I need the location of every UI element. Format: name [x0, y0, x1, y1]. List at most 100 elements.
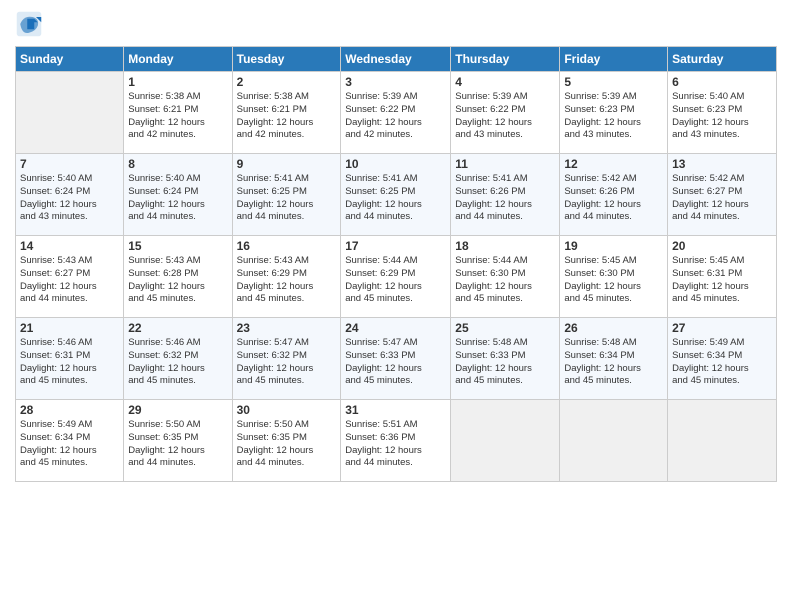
day-number: 28: [20, 403, 119, 417]
calendar-cell: 20Sunrise: 5:45 AM Sunset: 6:31 PM Dayli…: [668, 236, 777, 318]
day-number: 14: [20, 239, 119, 253]
week-row-4: 28 Sunrise: 5:49 AM Sunset: 6:34 PM Dayli…: [16, 400, 777, 482]
cell-info: Sunrise: 5:48 AM Sunset: 6:33 PM Dayligh…: [455, 337, 555, 388]
calendar-cell: 7 Sunrise: 5:40 AM Sunset: 6:24 PM Daylig…: [16, 154, 124, 236]
calendar-cell: 6Sunrise: 5:40 AM Sunset: 6:23 PM Daylig…: [668, 72, 777, 154]
week-row-0: 1Sunrise: 5:38 AM Sunset: 6:21 PM Daylig…: [16, 72, 777, 154]
calendar-cell: 21Sunrise: 5:46 AM Sunset: 6:31 PM Dayli…: [16, 318, 124, 400]
calendar-cell: 1Sunrise: 5:38 AM Sunset: 6:21 PM Daylig…: [124, 72, 232, 154]
calendar-cell: [668, 400, 777, 482]
cell-info: Sunrise: 5:39 AM Sunset: 6:22 PM Dayligh…: [455, 91, 555, 142]
cell-info: Sunrise: 5:49 AM Sunset: 6:34 PM Dayligh…: [20, 419, 119, 470]
cell-info: Sunrise: 5:48 AM Sunset: 6:34 PM Dayligh…: [564, 337, 663, 388]
page: SundayMondayTuesdayWednesdayThursdayFrid…: [0, 0, 792, 612]
day-number: 23: [237, 321, 337, 335]
calendar: SundayMondayTuesdayWednesdayThursdayFrid…: [15, 46, 777, 482]
header: [15, 10, 777, 38]
cell-info: Sunrise: 5:41 AM Sunset: 6:25 PM Dayligh…: [237, 173, 337, 224]
calendar-cell: [451, 400, 560, 482]
calendar-cell: 3 Sunrise: 5:39 AM Sunset: 6:22 PM Daylig…: [341, 72, 451, 154]
cell-info: Sunrise: 5:41 AM Sunset: 6:25 PM Dayligh…: [345, 173, 446, 224]
cell-info: Sunrise: 5:40 AM Sunset: 6:24 PM Dayligh…: [128, 173, 227, 224]
calendar-cell: 12 Sunrise: 5:42 AM Sunset: 6:26 PM Dayli…: [560, 154, 668, 236]
day-number: 12: [564, 157, 663, 171]
day-number: 7: [20, 157, 119, 171]
calendar-cell: 8 Sunrise: 5:40 AM Sunset: 6:24 PM Daylig…: [124, 154, 232, 236]
calendar-cell: 31 Sunrise: 5:51 AM Sunset: 6:36 PM Dayli…: [341, 400, 451, 482]
cell-info: Sunrise: 5:45 AM Sunset: 6:30 PM Dayligh…: [564, 255, 663, 306]
day-number: 3: [345, 75, 446, 89]
week-row-2: 14 Sunrise: 5:43 AM Sunset: 6:27 PM Dayli…: [16, 236, 777, 318]
day-number: 2: [237, 75, 337, 89]
cell-info: Sunrise: 5:39 AM Sunset: 6:23 PM Dayligh…: [564, 91, 663, 142]
header-day-monday: Monday: [124, 47, 232, 72]
calendar-cell: [560, 400, 668, 482]
day-number: 8: [128, 157, 227, 171]
cell-info: Sunrise: 5:41 AM Sunset: 6:26 PM Dayligh…: [455, 173, 555, 224]
cell-info: Sunrise: 5:46 AM Sunset: 6:32 PM Dayligh…: [128, 337, 227, 388]
calendar-cell: 5 Sunrise: 5:39 AM Sunset: 6:23 PM Daylig…: [560, 72, 668, 154]
day-number: 18: [455, 239, 555, 253]
cell-info: Sunrise: 5:40 AM Sunset: 6:23 PM Dayligh…: [672, 91, 772, 142]
logo-icon: [15, 10, 43, 38]
day-number: 31: [345, 403, 446, 417]
calendar-cell: 26 Sunrise: 5:48 AM Sunset: 6:34 PM Dayli…: [560, 318, 668, 400]
calendar-cell: 10 Sunrise: 5:41 AM Sunset: 6:25 PM Dayli…: [341, 154, 451, 236]
day-number: 9: [237, 157, 337, 171]
calendar-cell: 11Sunrise: 5:41 AM Sunset: 6:26 PM Dayli…: [451, 154, 560, 236]
cell-info: Sunrise: 5:40 AM Sunset: 6:24 PM Dayligh…: [20, 173, 119, 224]
day-number: 30: [237, 403, 337, 417]
day-number: 17: [345, 239, 446, 253]
calendar-cell: 28 Sunrise: 5:49 AM Sunset: 6:34 PM Dayli…: [16, 400, 124, 482]
week-row-3: 21Sunrise: 5:46 AM Sunset: 6:31 PM Dayli…: [16, 318, 777, 400]
header-row: SundayMondayTuesdayWednesdayThursdayFrid…: [16, 47, 777, 72]
cell-info: Sunrise: 5:44 AM Sunset: 6:29 PM Dayligh…: [345, 255, 446, 306]
calendar-cell: 13 Sunrise: 5:42 AM Sunset: 6:27 PM Dayli…: [668, 154, 777, 236]
calendar-cell: 27 Sunrise: 5:49 AM Sunset: 6:34 PM Dayli…: [668, 318, 777, 400]
calendar-cell: 19 Sunrise: 5:45 AM Sunset: 6:30 PM Dayli…: [560, 236, 668, 318]
cell-info: Sunrise: 5:43 AM Sunset: 6:29 PM Dayligh…: [237, 255, 337, 306]
header-day-sunday: Sunday: [16, 47, 124, 72]
cell-info: Sunrise: 5:46 AM Sunset: 6:31 PM Dayligh…: [20, 337, 119, 388]
cell-info: Sunrise: 5:38 AM Sunset: 6:21 PM Dayligh…: [128, 91, 227, 142]
header-day-wednesday: Wednesday: [341, 47, 451, 72]
day-number: 24: [345, 321, 446, 335]
cell-info: Sunrise: 5:39 AM Sunset: 6:22 PM Dayligh…: [345, 91, 446, 142]
header-day-thursday: Thursday: [451, 47, 560, 72]
cell-info: Sunrise: 5:38 AM Sunset: 6:21 PM Dayligh…: [237, 91, 337, 142]
calendar-cell: 25Sunrise: 5:48 AM Sunset: 6:33 PM Dayli…: [451, 318, 560, 400]
calendar-header: SundayMondayTuesdayWednesdayThursdayFrid…: [16, 47, 777, 72]
logo: [15, 10, 47, 38]
calendar-cell: 29 Sunrise: 5:50 AM Sunset: 6:35 PM Dayli…: [124, 400, 232, 482]
cell-info: Sunrise: 5:44 AM Sunset: 6:30 PM Dayligh…: [455, 255, 555, 306]
calendar-cell: 18 Sunrise: 5:44 AM Sunset: 6:30 PM Dayli…: [451, 236, 560, 318]
day-number: 20: [672, 239, 772, 253]
day-number: 16: [237, 239, 337, 253]
calendar-cell: 22Sunrise: 5:46 AM Sunset: 6:32 PM Dayli…: [124, 318, 232, 400]
calendar-cell: 16 Sunrise: 5:43 AM Sunset: 6:29 PM Dayli…: [232, 236, 341, 318]
day-number: 19: [564, 239, 663, 253]
cell-info: Sunrise: 5:43 AM Sunset: 6:28 PM Dayligh…: [128, 255, 227, 306]
cell-info: Sunrise: 5:42 AM Sunset: 6:26 PM Dayligh…: [564, 173, 663, 224]
cell-info: Sunrise: 5:43 AM Sunset: 6:27 PM Dayligh…: [20, 255, 119, 306]
day-number: 10: [345, 157, 446, 171]
header-day-tuesday: Tuesday: [232, 47, 341, 72]
day-number: 29: [128, 403, 227, 417]
calendar-cell: 17 Sunrise: 5:44 AM Sunset: 6:29 PM Dayli…: [341, 236, 451, 318]
day-number: 5: [564, 75, 663, 89]
cell-info: Sunrise: 5:42 AM Sunset: 6:27 PM Dayligh…: [672, 173, 772, 224]
cell-info: Sunrise: 5:50 AM Sunset: 6:35 PM Dayligh…: [128, 419, 227, 470]
calendar-cell: 24 Sunrise: 5:47 AM Sunset: 6:33 PM Dayli…: [341, 318, 451, 400]
cell-info: Sunrise: 5:51 AM Sunset: 6:36 PM Dayligh…: [345, 419, 446, 470]
day-number: 26: [564, 321, 663, 335]
cell-info: Sunrise: 5:49 AM Sunset: 6:34 PM Dayligh…: [672, 337, 772, 388]
day-number: 15: [128, 239, 227, 253]
calendar-cell: 15 Sunrise: 5:43 AM Sunset: 6:28 PM Dayli…: [124, 236, 232, 318]
calendar-cell: 9 Sunrise: 5:41 AM Sunset: 6:25 PM Daylig…: [232, 154, 341, 236]
calendar-cell: 4Sunrise: 5:39 AM Sunset: 6:22 PM Daylig…: [451, 72, 560, 154]
cell-info: Sunrise: 5:47 AM Sunset: 6:33 PM Dayligh…: [345, 337, 446, 388]
calendar-cell: [16, 72, 124, 154]
calendar-cell: 14 Sunrise: 5:43 AM Sunset: 6:27 PM Dayli…: [16, 236, 124, 318]
day-number: 13: [672, 157, 772, 171]
day-number: 27: [672, 321, 772, 335]
